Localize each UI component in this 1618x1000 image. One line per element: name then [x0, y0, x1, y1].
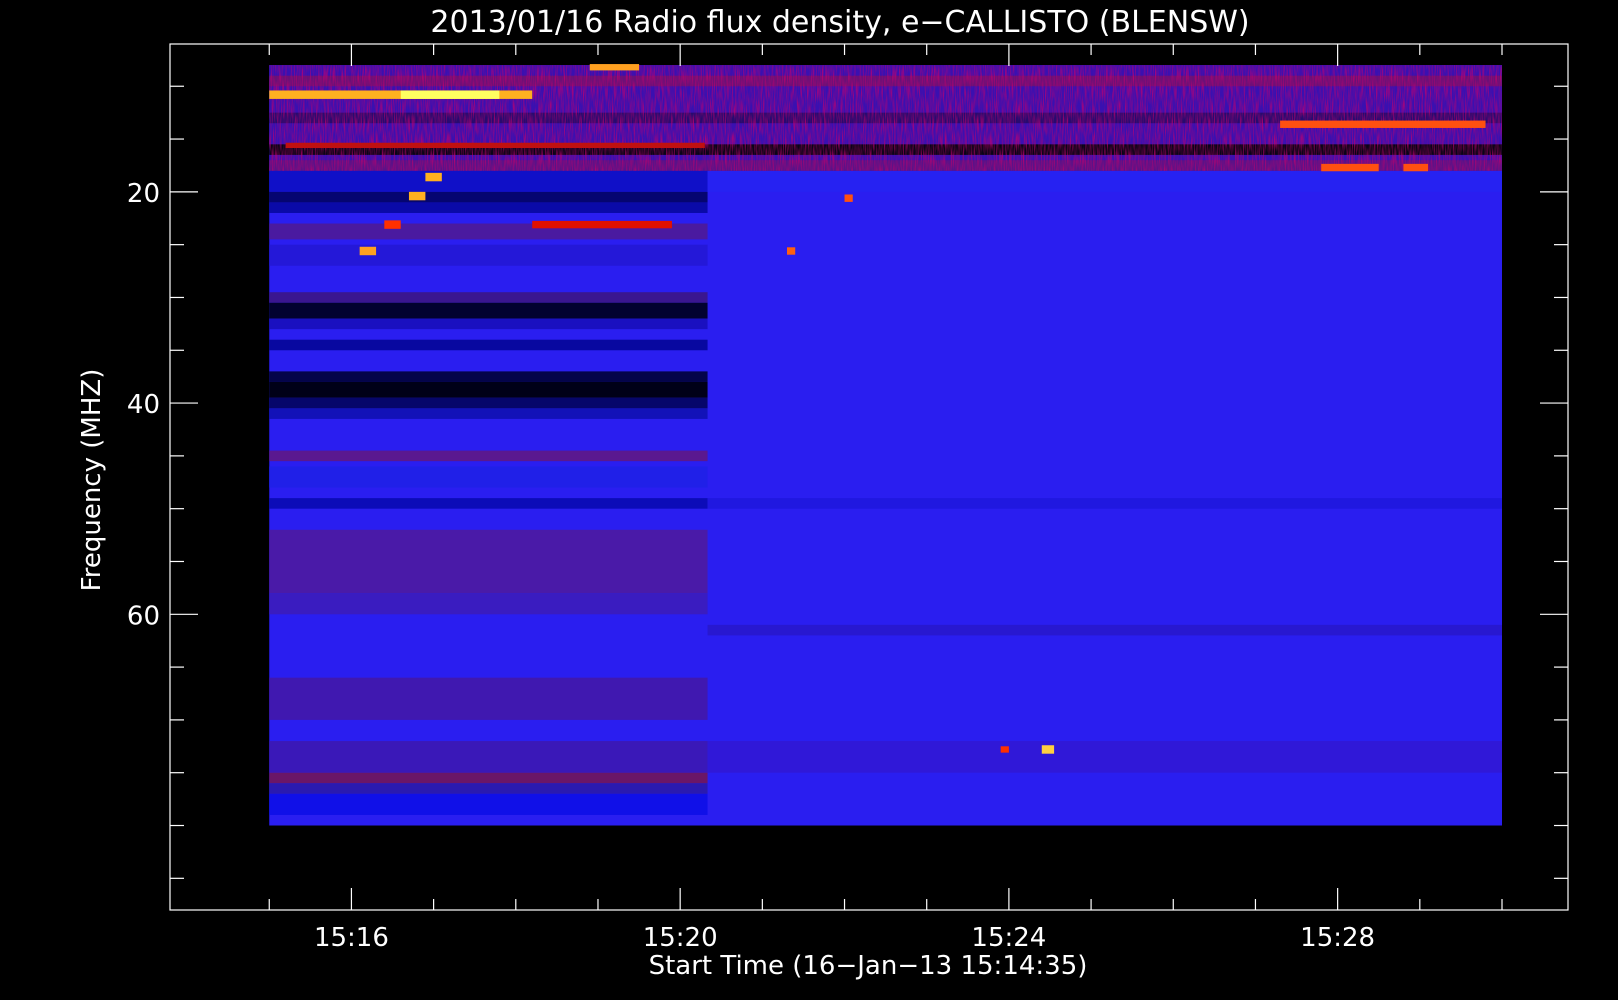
burst-mark: [532, 220, 672, 229]
heatmap-band: [269, 318, 708, 330]
heatmap-area: [269, 64, 1502, 826]
y-tick-label: 60: [127, 601, 160, 631]
burst-mark: [1321, 163, 1379, 172]
heatmap-band: [269, 397, 708, 409]
burst-mark: [1403, 163, 1429, 172]
burst-mark: [589, 64, 640, 71]
heatmap-band: [269, 529, 708, 594]
burst-mark: [787, 247, 796, 255]
burst-mark: [425, 172, 442, 182]
heatmap-band: [269, 202, 708, 213]
burst-mark: [1280, 120, 1486, 128]
burst-mark: [384, 220, 401, 229]
heatmap-band: [269, 381, 708, 398]
heatmap-band: [269, 244, 708, 266]
y-axis-label: Frequency (MHZ): [77, 369, 107, 592]
heatmap-band: [269, 793, 708, 815]
heatmap-band: [269, 466, 708, 488]
burst-mark: [408, 191, 426, 201]
heatmap-band: [269, 371, 708, 382]
heatmap-band: [269, 783, 708, 794]
burst-mark: [1000, 746, 1009, 753]
y-tick-label: 20: [127, 179, 160, 209]
heatmap-band: [269, 593, 708, 615]
heatmap-band: [269, 339, 708, 351]
x-axis-label: Start Time (16−Jan−13 15:14:35): [649, 951, 1088, 981]
burst-mark: [359, 246, 377, 256]
heatmap-band: [269, 170, 708, 192]
heatmap-band: [707, 170, 1502, 192]
heatmap-band: [269, 772, 708, 784]
heatmap-band: [707, 741, 1502, 773]
heatmap-band: [269, 450, 708, 462]
heatmap-band: [269, 292, 708, 303]
heatmap-band: [269, 498, 708, 509]
heatmap-band: [269, 408, 708, 419]
heatmap-band: [269, 677, 708, 720]
heatmap-band: [707, 624, 1502, 636]
burst-mark: [844, 194, 853, 202]
rfi-noise: [269, 65, 1502, 171]
heatmap-band: [269, 741, 708, 773]
y-tick-label: 40: [127, 390, 160, 420]
burst-mark: [1041, 745, 1055, 754]
x-tick-label: 15:16: [314, 923, 389, 953]
burst-mark: [285, 142, 705, 149]
heatmap-band: [269, 191, 708, 203]
spectrogram-chart: 2013/01/16 Radio flux density, e−CALLIST…: [77, 5, 1569, 981]
chart-title: 2013/01/16 Radio flux density, e−CALLIST…: [430, 5, 1249, 40]
x-tick-label: 15:24: [971, 923, 1046, 953]
x-tick-label: 15:28: [1300, 923, 1375, 953]
x-tick-label: 15:20: [643, 923, 718, 953]
heatmap-band: [707, 498, 1502, 509]
heatmap-band: [269, 302, 708, 319]
burst-mark: [400, 90, 500, 99]
